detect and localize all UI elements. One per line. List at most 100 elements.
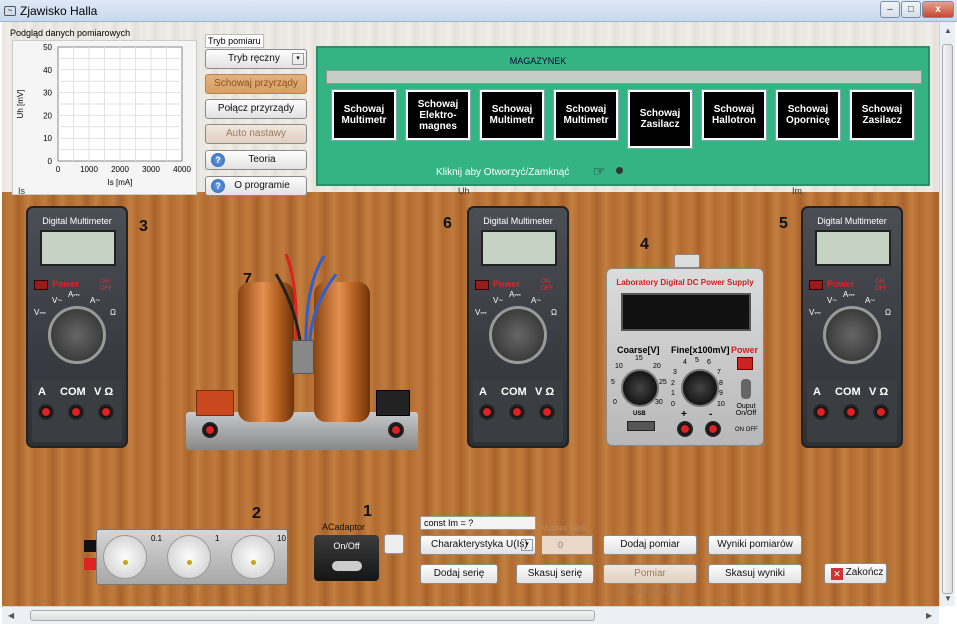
add-series-button[interactable]: Dodaj serię (420, 564, 498, 584)
multimeter-uh[interactable]: Digital Multimeter Power ON OFF V~ A⎓ A~ … (467, 206, 569, 448)
series-number-stepper[interactable]: 0 (541, 535, 593, 555)
multimeter-im[interactable]: Digital Multimeter Power ON OFF V~ A⎓ A~ … (801, 206, 903, 448)
resistor-knob-1[interactable] (167, 535, 211, 579)
adaptor-switch[interactable] (332, 561, 362, 571)
series-number-value: 0 (558, 540, 564, 550)
meter-power-button[interactable] (475, 280, 489, 290)
resistor-knob-0-1[interactable] (103, 535, 147, 579)
fine-knob[interactable] (681, 369, 719, 407)
jack-vo[interactable] (98, 404, 114, 420)
output-switch[interactable] (741, 379, 751, 399)
hallotron[interactable] (292, 340, 314, 374)
about-button[interactable]: ? O programie (205, 176, 307, 196)
scroll-down-icon[interactable]: ▼ (944, 594, 952, 603)
tile-hide-hallotron[interactable]: Schowaj Hallotron (702, 90, 766, 140)
auto-setup-button[interactable]: Auto nastawy (205, 124, 307, 144)
chevron-down-icon[interactable]: ▾ (292, 53, 304, 65)
about-label: O programie (234, 180, 290, 191)
decade-resistor[interactable]: 0.1 1 10 (96, 529, 288, 585)
hall-stand-base (186, 412, 418, 450)
scroll-left-icon[interactable]: ◀ (8, 611, 14, 620)
tile-hide-multimeter[interactable]: Schowaj Multimetr (480, 90, 544, 140)
horizontal-scroll-thumb[interactable] (30, 610, 595, 621)
fine-tick: 9 (719, 390, 723, 397)
connect-devices-button[interactable]: Połącz przyrządy (205, 99, 307, 119)
meter-range-knob[interactable] (48, 306, 106, 364)
jack-vo[interactable] (539, 404, 555, 420)
meter-title: Digital Multimeter (817, 216, 887, 226)
tile-hide-resistor[interactable]: Schowaj Opornicę (776, 90, 840, 140)
tile-hide-power-supply[interactable]: Schowaj Zasilacz (850, 90, 914, 140)
usb-port[interactable] (627, 421, 655, 431)
y-axis-label: Uh [mV] (16, 90, 25, 119)
minimize-button[interactable]: – (880, 1, 900, 18)
app-icon: ~ (4, 6, 16, 16)
number-4: 4 (640, 236, 649, 253)
jack-a[interactable] (813, 404, 829, 420)
multimeter-is[interactable]: Digital Multimeter Power ON OFF V~ A⎓ A~ … (26, 206, 128, 448)
vertical-scrollbar[interactable]: ▲ ▼ (939, 22, 955, 606)
magazine-bar[interactable] (326, 70, 922, 84)
coarse-knob[interactable] (621, 369, 659, 407)
maximize-button[interactable]: □ (901, 1, 921, 18)
help-icon: ? (211, 153, 225, 167)
fine-tick: 10 (717, 401, 725, 408)
vertical-scroll-thumb[interactable] (942, 44, 953, 594)
tile-hide-power-supply[interactable]: Schowaj Zasilacz (628, 90, 692, 148)
mode-label: Tryb pomiaru (205, 34, 264, 48)
fine-tick: 5 (695, 357, 699, 364)
close-button[interactable]: x (922, 1, 954, 18)
y-tick-label: 0 (48, 157, 53, 166)
delete-series-button[interactable]: Skasuj serię (516, 564, 594, 584)
resistor-knob-10[interactable] (231, 535, 275, 579)
x-tick-label: 2000 (111, 165, 129, 174)
jack-com[interactable] (68, 404, 84, 420)
range-vac: V~ (52, 296, 63, 305)
jack-com[interactable] (843, 404, 859, 420)
psu-minus-jack[interactable] (705, 421, 721, 437)
jack-vo[interactable] (873, 404, 889, 420)
mode-select-value: Tryb ręczny (228, 53, 280, 64)
range-vdc: V⎓ (34, 308, 46, 317)
stand-jack-left[interactable] (202, 422, 218, 438)
results-button[interactable]: Wyniki pomiarów (708, 535, 802, 555)
meter-power-button[interactable] (34, 280, 48, 290)
jack-a[interactable] (479, 404, 495, 420)
meter-display (40, 230, 116, 266)
resistor-terminal-red[interactable] (84, 558, 96, 570)
resistor-terminal-black[interactable] (84, 540, 96, 552)
power-socket[interactable] (384, 534, 404, 554)
hide-devices-button[interactable]: Schowaj przyrządy (205, 74, 307, 94)
psu-power-button[interactable] (737, 357, 753, 370)
auto-measurement-button[interactable]: Pomiar automatyczny (603, 564, 697, 597)
stand-jack-right[interactable] (388, 422, 404, 438)
finish-button[interactable]: ✕ Zakończ (824, 563, 887, 584)
meter-range-knob[interactable] (489, 306, 547, 364)
scroll-up-icon[interactable]: ▲ (944, 26, 952, 35)
jack-vo-label: V Ω (94, 386, 114, 398)
add-measurement-button[interactable]: Dodaj pomiar (603, 535, 697, 555)
x-tick-label: 4000 (173, 165, 191, 174)
horizontal-scrollbar[interactable]: ◀ ▶ (2, 606, 939, 624)
psu-display (621, 293, 751, 331)
delete-results-button[interactable]: Skasuj wyniki (708, 564, 802, 584)
psu-plus-jack[interactable] (677, 421, 693, 437)
tile-hide-multimeter[interactable]: Schowaj Multimetr (554, 90, 618, 140)
fine-tick: 3 (673, 369, 677, 376)
chevron-down-icon[interactable]: ▾ (521, 539, 533, 551)
theory-button[interactable]: ? Teoria (205, 150, 307, 170)
characteristic-select[interactable]: Charakterystyka U(Is) ▾ (420, 535, 536, 555)
magazine-title: MAGAZYNEK (509, 56, 567, 66)
meter-on-off-label: ON OFF (875, 279, 887, 292)
ac-adaptor[interactable]: On/Off (314, 535, 379, 581)
power-supply[interactable]: Laboratory Digital DC Power Supply Coars… (606, 268, 764, 446)
pointing-hand-icon[interactable]: ☞ (593, 163, 606, 180)
jack-com[interactable] (509, 404, 525, 420)
meter-power-button[interactable] (809, 280, 823, 290)
scroll-right-icon[interactable]: ▶ (926, 611, 932, 620)
tile-hide-electromagnet[interactable]: Schowaj Elektro-magnes (406, 90, 470, 140)
mode-select[interactable]: Tryb ręczny ▾ (205, 49, 307, 69)
jack-a[interactable] (38, 404, 54, 420)
meter-range-knob[interactable] (823, 306, 881, 364)
tile-hide-multimeter[interactable]: Schowaj Multimetr (332, 90, 396, 140)
